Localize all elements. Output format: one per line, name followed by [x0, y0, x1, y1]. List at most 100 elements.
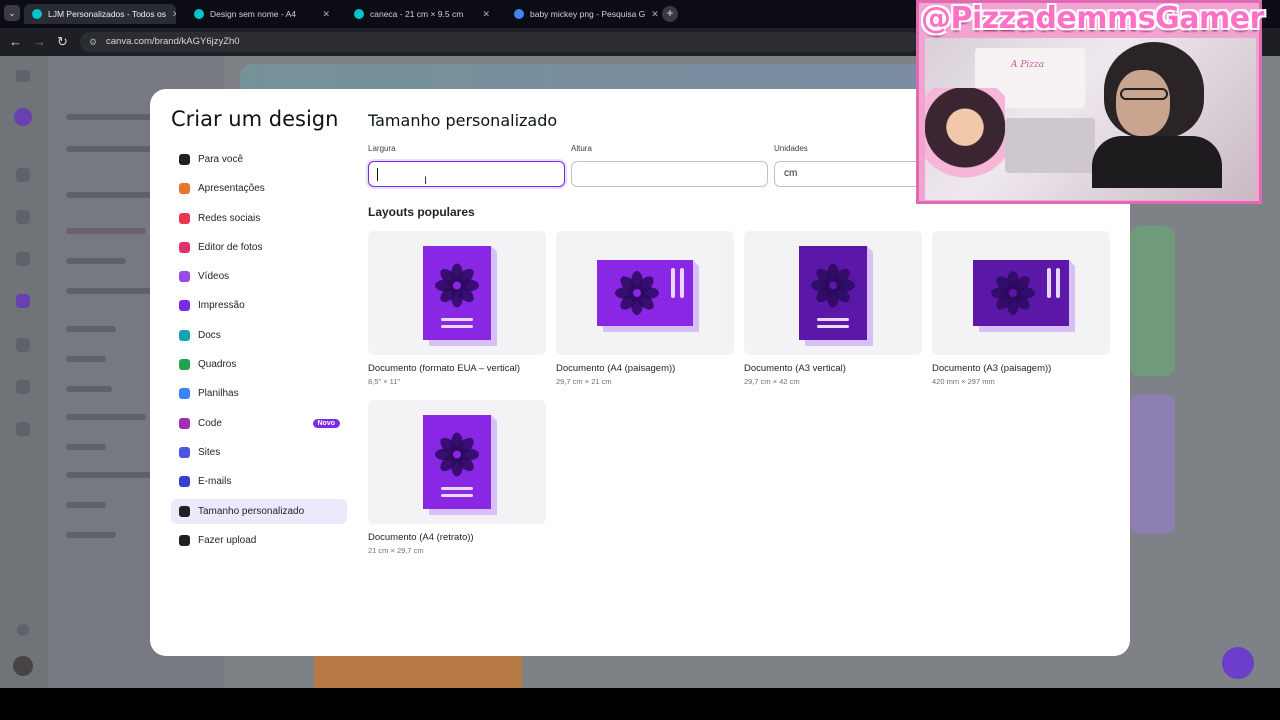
nav-item[interactable]: Planilhas: [171, 381, 347, 406]
create-icon: [14, 108, 32, 126]
layout-name: Documento (formato EUA – vertical): [368, 363, 521, 374]
reload-icon[interactable]: ↻: [57, 34, 68, 50]
streamer: [1092, 40, 1252, 190]
shirt: [1092, 136, 1222, 188]
modal-title: Criar um design: [171, 107, 339, 131]
tab-title: Design sem nome - A4: [210, 9, 296, 19]
layout-card[interactable]: Documento (A4 (paisagem)) 29,7 cm × 21 cm: [556, 231, 734, 386]
height-input[interactable]: [571, 161, 768, 187]
layout-card[interactable]: Documento (A3 vertical) 29,7 cm × 42 cm: [744, 231, 922, 386]
nav-item-label: Planilhas: [198, 388, 239, 400]
layout-card[interactable]: Documento (formato EUA – vertical) 8,5" ×…: [368, 231, 546, 386]
nav-item[interactable]: Docs: [171, 323, 347, 348]
sheets-icon: [179, 388, 190, 400]
layout-name: Documento (A4 (retrato)): [368, 532, 474, 543]
nav-item[interactable]: Para você: [171, 147, 347, 172]
nav-item-label: Tamanho personalizado: [198, 505, 305, 517]
upload-icon: [179, 534, 190, 546]
face: [1116, 70, 1170, 136]
address-bar-url: canva.com/brand/kAGY6jzyZh0: [106, 36, 240, 47]
tab-search-button[interactable]: ⌄: [4, 5, 20, 21]
units-select[interactable]: cm: [774, 161, 924, 187]
brand-icon: [16, 294, 30, 308]
favicon-icon: [194, 9, 204, 19]
nav-item[interactable]: Impressão: [171, 293, 347, 318]
close-tab-icon[interactable]: ✕: [172, 9, 176, 20]
nav-item[interactable]: Vídeos: [171, 264, 347, 289]
layout-card[interactable]: Documento (A3 (paisagem)) 420 mm × 297 mm: [932, 231, 1110, 386]
notifications-icon: [17, 624, 29, 636]
browser-tab[interactable]: Design sem nome - A4 ✕: [186, 4, 338, 24]
nav-item[interactable]: E-mails: [171, 469, 347, 494]
browser-tab[interactable]: baby mickey png - Pesquisa G ✕: [506, 4, 658, 24]
popular-layouts-title: Layouts populares: [368, 205, 475, 219]
purple-card: [1130, 394, 1175, 534]
forward-icon[interactable]: →: [33, 34, 46, 50]
address-bar[interactable]: ⚙ canva.com/brand/kAGY6jzyZh0: [80, 32, 920, 52]
browser-tab[interactable]: caneca - 21 cm × 9.5 cm ✕: [346, 4, 498, 24]
layout-thumbnail: [556, 231, 734, 355]
close-tab-icon[interactable]: ✕: [322, 9, 330, 20]
units-label: Unidades: [774, 144, 808, 153]
width-label: Largura: [368, 144, 396, 153]
nav-item[interactable]: Fazer upload: [171, 528, 347, 553]
layout-name: Documento (A3 (paisagem)): [932, 363, 1052, 374]
layout-size: 21 cm × 29,7 cm: [368, 546, 424, 555]
layout-thumbnail: [368, 231, 546, 355]
nav-item-label: Apresentações: [198, 183, 265, 195]
nav-item[interactable]: Code Novo: [171, 411, 347, 436]
document-thumbnail-icon: [597, 260, 699, 332]
nav-item[interactable]: Tamanho personalizado: [171, 498, 347, 524]
new-badge: Novo: [312, 418, 340, 428]
apps-icon: [16, 338, 30, 352]
site-info-icon[interactable]: ⚙: [89, 32, 97, 52]
width-input[interactable]: I: [368, 161, 565, 187]
favicon-icon: [32, 9, 42, 19]
projects-icon: [16, 210, 30, 224]
layout-size: 420 mm × 297 mm: [932, 377, 995, 386]
green-card: [1130, 226, 1175, 376]
document-thumbnail-icon: [423, 246, 497, 346]
nav-item-label: Vídeos: [198, 271, 230, 283]
avatar: [13, 656, 33, 676]
new-tab-button[interactable]: +: [662, 6, 678, 22]
nav-item-label: Para você: [198, 154, 244, 165]
nav-item[interactable]: Quadros: [171, 352, 347, 377]
dream-lab-icon: [16, 422, 30, 436]
nav-item-label: Fazer upload: [198, 534, 257, 546]
monitor: [1005, 118, 1095, 173]
back-icon[interactable]: ←: [9, 34, 22, 50]
nav-item-label: E-mails: [198, 476, 232, 488]
close-tab-icon[interactable]: ✕: [651, 9, 658, 20]
layout-card[interactable]: Documento (A4 (retrato)) 21 cm × 29,7 cm: [368, 400, 546, 555]
layout-name: Documento (A3 vertical): [744, 363, 846, 374]
assistant-icon: [16, 380, 30, 394]
help-button[interactable]: [1222, 647, 1254, 679]
layout-size: 8,5" × 11": [368, 377, 401, 386]
browser-tab[interactable]: LJM Personalizados - Todos os ✕: [24, 4, 176, 24]
nav-item-label: Quadros: [198, 359, 237, 371]
nav-item[interactable]: Redes sociais: [171, 206, 347, 231]
resize-icon: [179, 505, 190, 517]
units-value: cm: [784, 168, 798, 179]
favicon-icon: [354, 9, 364, 19]
close-tab-icon[interactable]: ✕: [482, 9, 490, 20]
nav-item-label: Editor de fotos: [198, 241, 263, 253]
printer-icon: [179, 300, 190, 312]
nav-item-label: Impressão: [198, 300, 245, 312]
left-rail: [0, 56, 48, 688]
code-icon: [179, 417, 190, 429]
layout-thumbnail: [368, 400, 546, 524]
document-thumbnail-icon: [799, 246, 873, 346]
text-cursor-icon: I: [424, 175, 428, 187]
glasses: [1120, 88, 1168, 100]
nav-item[interactable]: Editor de fotos: [171, 235, 347, 260]
nav-item[interactable]: Apresentações: [171, 176, 347, 201]
tab-title: LJM Personalizados - Todos os: [48, 9, 166, 19]
nav-item-label: Code: [198, 417, 222, 429]
webcam-sign: A Pizza: [1011, 60, 1045, 70]
layout-name: Documento (A4 (paisagem)): [556, 363, 676, 374]
nav-item[interactable]: Sites: [171, 440, 347, 465]
email-icon: [179, 476, 190, 488]
layout-size: 29,7 cm × 21 cm: [556, 377, 612, 386]
